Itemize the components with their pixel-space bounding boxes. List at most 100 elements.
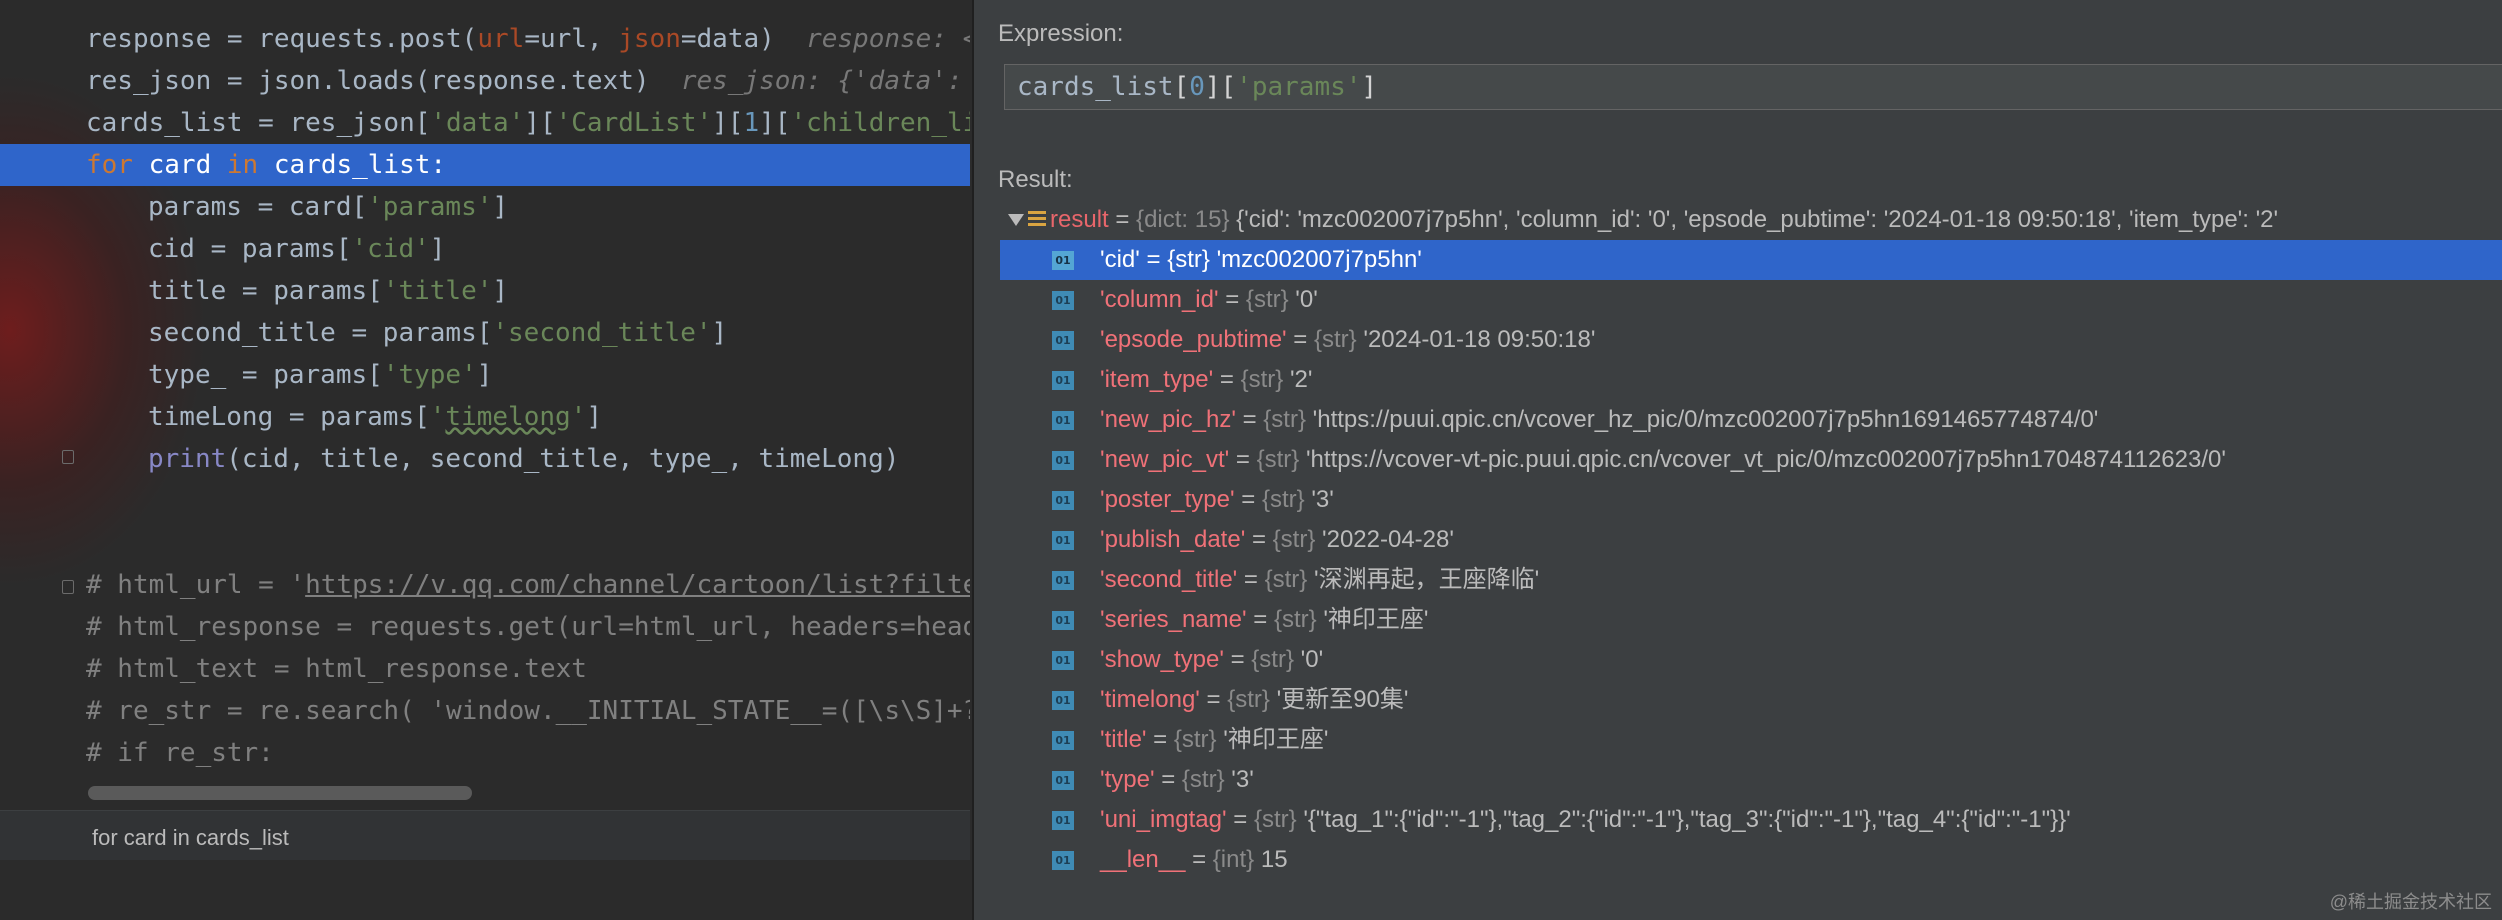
item-type: {str}: [1264, 566, 1308, 593]
expression-token: ]: [1361, 72, 1378, 102]
tree-item-row[interactable]: 01 'poster_type' = {str} '3': [1000, 480, 2502, 520]
code-token: 1: [743, 108, 760, 138]
item-type: {str}: [1173, 726, 1217, 753]
tree-item-row[interactable]: 01 'series_name' = {str} '神印王座': [1000, 600, 2502, 640]
item-value: '0': [1300, 646, 1324, 673]
code-line[interactable]: [0, 480, 970, 522]
code-line[interactable]: # re_str = re.search( 'window.__INITIAL_…: [0, 690, 970, 732]
code-token: cards_list = res_json[: [86, 108, 431, 138]
code-area[interactable]: response = requests.post(url=url, json=d…: [0, 18, 970, 774]
breadcrumb-item[interactable]: for card in cards_list: [92, 825, 289, 851]
watermark: @稀土掘金技术社区: [2329, 892, 2492, 912]
str-icon: 01: [1052, 451, 1074, 470]
tree-item-row[interactable]: 01 'item_type' = {str} '2': [1000, 360, 2502, 400]
item-type: {str}: [1167, 246, 1210, 273]
tree-item-content: __len__ = {int} 15: [1100, 846, 1288, 873]
item-type: {str}: [1227, 686, 1270, 713]
tree-item-row[interactable]: 01 'publish_date' = {str} '2022-04-28': [1000, 520, 2502, 560]
item-value: '2': [1289, 366, 1313, 393]
code-line[interactable]: # if re_str:: [0, 732, 970, 774]
code-token: # re_str = re.search( 'window.__INITIAL_…: [86, 696, 970, 726]
str-icon: 01: [1052, 531, 1074, 550]
result-tree[interactable]: result = {dict: 15} {'cid': 'mzc002007j7…: [1000, 200, 2502, 880]
str-icon: 01: [1052, 771, 1074, 790]
item-key: 'column_id': [1100, 286, 1219, 313]
item-type: {int}: [1212, 846, 1255, 873]
code-token: for: [86, 150, 133, 180]
item-key: 'uni_imgtag': [1100, 806, 1227, 833]
code-editor[interactable]: response = requests.post(url=url, json=d…: [0, 0, 970, 920]
tree-item-row[interactable]: 01 'new_pic_hz' = {str} 'https://puui.qpi…: [1000, 400, 2502, 440]
item-key: __len__: [1100, 846, 1186, 873]
code-token: type_ = params[: [148, 360, 383, 390]
tree-item-row[interactable]: 01 'title' = {str} '神印王座': [1000, 720, 2502, 760]
str-icon: 01: [1052, 691, 1074, 710]
code-token: response = requests.post(: [86, 24, 478, 54]
item-value: '神印王座': [1223, 726, 1329, 753]
code-line[interactable]: response = requests.post(url=url, json=d…: [0, 18, 970, 60]
str-icon: 01: [1052, 731, 1074, 750]
code-token: 'title': [382, 276, 493, 306]
expression-input[interactable]: cards_list[0]['params']: [1004, 64, 2502, 110]
str-icon: 01: [1052, 571, 1074, 590]
tree-item-row[interactable]: 01 'second_title' = {str} '深渊再起，王座降临': [1000, 560, 2502, 600]
code-line[interactable]: type_ = params['type']: [0, 354, 970, 396]
tree-item-row[interactable]: 01 __len__ = {int} 15: [1000, 840, 2502, 880]
evaluate-expression-panel: Expression: cards_list[0]['params'] Resu…: [972, 0, 2502, 920]
root-name: result: [1050, 206, 1109, 233]
tree-item-row[interactable]: 01 'uni_imgtag' = {str} '{"tag_1":{"id":"…: [1000, 800, 2502, 840]
code-token: 'cid': [351, 234, 430, 264]
tree-item-row[interactable]: 01 'new_pic_vt' = {str} 'https://vcover-v…: [1000, 440, 2502, 480]
code-line[interactable]: # html_url = 'https://v.qq.com/channel/c…: [0, 564, 970, 606]
item-type: {str}: [1245, 286, 1289, 313]
code-token: ][: [712, 108, 744, 138]
tree-item-row[interactable]: 01 'cid' = {str} 'mzc002007j7p5hn': [1000, 240, 2502, 280]
code-line[interactable]: [0, 522, 970, 564]
code-line[interactable]: params = card['params']: [0, 186, 970, 228]
code-token: ]: [492, 276, 509, 306]
code-line[interactable]: title = params['title']: [0, 270, 970, 312]
code-token: # if re_str:: [86, 738, 274, 768]
tree-item-row[interactable]: 01 'epsode_pubtime' = {str} '2024-01-18 0…: [1000, 320, 2502, 360]
current-execution-line[interactable]: for card in cards_list:: [0, 144, 970, 186]
code-line[interactable]: cards_list = res_json['data']['CardList'…: [0, 102, 970, 144]
tree-item-content: 'type' = {str} '3': [1100, 766, 1254, 793]
code-token: 'type': [382, 360, 477, 390]
item-key: 'cid': [1100, 246, 1140, 273]
code-token: second_title = params[: [148, 318, 493, 348]
code-token: 'params': [367, 192, 493, 222]
item-key: 'poster_type': [1100, 486, 1235, 513]
code-token: # html_text = html_response.text: [86, 654, 587, 684]
root-value: {'cid': 'mzc002007j7p5hn', 'column_id': …: [1236, 206, 2279, 233]
item-key: 'title': [1100, 726, 1147, 753]
item-key: 'second_title': [1100, 566, 1238, 593]
code-line[interactable]: # html_text = html_response.text: [0, 648, 970, 690]
code-token: # html_url = ': [86, 570, 306, 600]
code-line[interactable]: second_title = params['second_title']: [0, 312, 970, 354]
result-label: Result:: [998, 166, 1073, 193]
code-token: ': [429, 402, 446, 432]
str-icon: 01: [1052, 411, 1074, 430]
item-key: 'type': [1100, 766, 1155, 793]
code-token: =data): [680, 24, 807, 54]
code-line[interactable]: # html_response = requests.get(url=html_…: [0, 606, 970, 648]
code-line[interactable]: timeLong = params['timelong']: [0, 396, 970, 438]
code-token: 'children_list': [790, 108, 970, 138]
tree-item-content: 'show_type' = {str} '0': [1100, 646, 1324, 673]
tree-item-content: 'cid' = {str} 'mzc002007j7p5hn': [1100, 246, 1422, 273]
tree-root-row[interactable]: result = {dict: 15} {'cid': 'mzc002007j7…: [1000, 200, 2502, 240]
code-line[interactable]: cid = params['cid']: [0, 228, 970, 270]
tree-item-row[interactable]: 01 'show_type' = {str} '0': [1000, 640, 2502, 680]
tree-item-row[interactable]: 01 'column_id' = {str} '0': [1000, 280, 2502, 320]
horizontal-scrollbar[interactable]: [88, 786, 472, 800]
tree-item-row[interactable]: 01 'timelong' = {str} '更新至90集': [1000, 680, 2502, 720]
code-token: cards_list:: [258, 150, 447, 180]
tree-item-content: 'item_type' = {str} '2': [1100, 366, 1313, 393]
expand-triangle-icon[interactable]: [1008, 214, 1024, 226]
tree-item-row[interactable]: 01 'type' = {str} '3': [1000, 760, 2502, 800]
code-line[interactable]: print(cid, title, second_title, type_, t…: [0, 438, 970, 480]
code-token: res_json = json.loads(response.text): [86, 66, 681, 96]
code-token: https://v.qq.com/channel/cartoon/list?fi…: [305, 570, 970, 600]
tree-item-content: 'publish_date' = {str} '2022-04-28': [1100, 526, 1454, 553]
code-line[interactable]: res_json = json.loads(response.text) res…: [0, 60, 970, 102]
